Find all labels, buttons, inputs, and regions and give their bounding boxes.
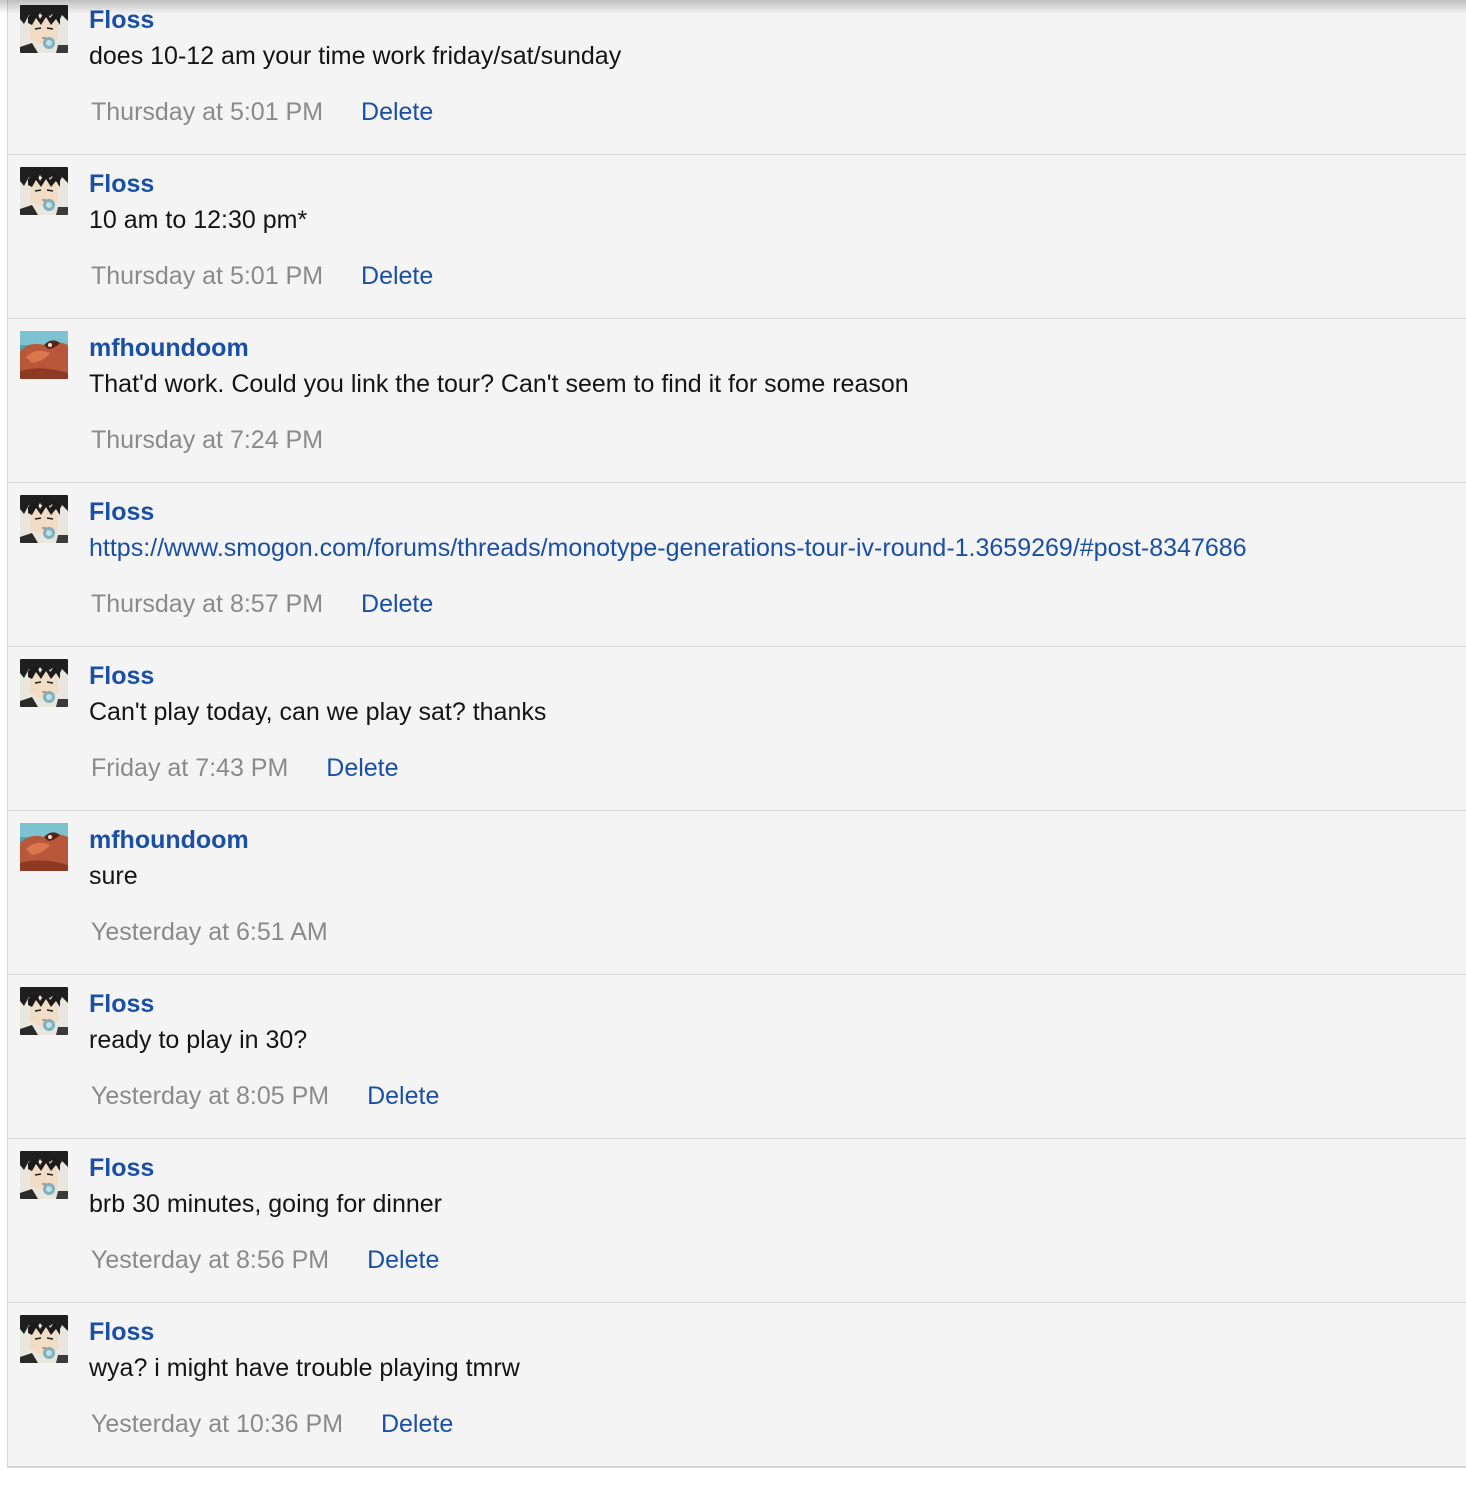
message-item: Floss wya? i might have trouble playing …: [8, 1303, 1466, 1467]
message-item: Floss https://www.smogon.com/forums/thre…: [8, 483, 1466, 647]
floss-avatar[interactable]: [20, 659, 68, 707]
floss-avatar[interactable]: [20, 987, 68, 1035]
message-timestamp[interactable]: Yesterday at 10:36 PM: [91, 1410, 343, 1438]
message-item: mfhoundoom sure Yesterday at 6:51 AM: [8, 811, 1466, 975]
author-link[interactable]: Floss: [89, 498, 154, 527]
delete-button[interactable]: Delete: [381, 1410, 453, 1438]
message-text: ready to play in 30?: [89, 1026, 308, 1054]
message-timestamp[interactable]: Yesterday at 8:05 PM: [91, 1082, 329, 1110]
message-timestamp[interactable]: Yesterday at 8:56 PM: [91, 1246, 329, 1274]
author-link[interactable]: Floss: [89, 990, 154, 1019]
author-link[interactable]: Floss: [89, 170, 154, 199]
floss-avatar[interactable]: [20, 1151, 68, 1199]
message-meta: Friday at 7:43 PM Delete: [91, 754, 399, 783]
floss-avatar[interactable]: [20, 1315, 68, 1363]
author-link[interactable]: mfhoundoom: [89, 826, 249, 855]
message-link[interactable]: https://www.smogon.com/forums/threads/mo…: [89, 534, 1247, 563]
message-text: wya? i might have trouble playing tmrw: [89, 1354, 520, 1382]
delete-button[interactable]: Delete: [367, 1246, 439, 1274]
message-meta: Yesterday at 6:51 AM: [91, 918, 328, 947]
delete-button[interactable]: Delete: [361, 262, 433, 290]
delete-button[interactable]: Delete: [367, 1082, 439, 1110]
author-link[interactable]: Floss: [89, 1318, 154, 1347]
message-meta: Thursday at 5:01 PM Delete: [91, 98, 433, 127]
message-timestamp[interactable]: Thursday at 8:57 PM: [91, 590, 323, 618]
message-text: does 10-12 am your time work friday/sat/…: [89, 42, 622, 70]
message-meta: Yesterday at 8:05 PM Delete: [91, 1082, 439, 1111]
message-timestamp[interactable]: Thursday at 5:01 PM: [91, 98, 323, 126]
message-item: Floss ready to play in 30? Yesterday at …: [8, 975, 1466, 1139]
message-meta: Thursday at 8:57 PM Delete: [91, 590, 433, 619]
message-text: That'd work. Could you link the tour? Ca…: [89, 370, 909, 398]
floss-avatar[interactable]: [20, 167, 68, 215]
delete-button[interactable]: Delete: [361, 98, 433, 126]
message-item: mfhoundoom That'd work. Could you link t…: [8, 319, 1466, 483]
message-text: 10 am to 12:30 pm*: [89, 206, 308, 234]
message-meta: Thursday at 7:24 PM: [91, 426, 323, 455]
floss-avatar[interactable]: [20, 495, 68, 543]
author-link[interactable]: Floss: [89, 662, 154, 691]
message-item: Floss does 10-12 am your time work frida…: [8, 0, 1466, 155]
mfhoundoom-avatar[interactable]: [20, 331, 68, 379]
message-text: brb 30 minutes, going for dinner: [89, 1190, 442, 1218]
delete-button[interactable]: Delete: [361, 590, 433, 618]
mfhoundoom-avatar[interactable]: [20, 823, 68, 871]
message-timestamp[interactable]: Thursday at 5:01 PM: [91, 262, 323, 290]
message-text: sure: [89, 862, 138, 890]
message-timestamp[interactable]: Friday at 7:43 PM: [91, 754, 288, 782]
message-timestamp[interactable]: Yesterday at 6:51 AM: [91, 918, 328, 946]
delete-button[interactable]: Delete: [326, 754, 398, 782]
message-text: Can't play today, can we play sat? thank…: [89, 698, 547, 726]
message-item: Floss brb 30 minutes, going for dinner Y…: [8, 1139, 1466, 1303]
message-item: Floss Can't play today, can we play sat?…: [8, 647, 1466, 811]
message-meta: Yesterday at 8:56 PM Delete: [91, 1246, 439, 1275]
message-thread: Floss does 10-12 am your time work frida…: [7, 0, 1466, 1468]
message-meta: Thursday at 5:01 PM Delete: [91, 262, 433, 291]
message-meta: Yesterday at 10:36 PM Delete: [91, 1410, 453, 1439]
message-timestamp[interactable]: Thursday at 7:24 PM: [91, 426, 323, 454]
author-link[interactable]: mfhoundoom: [89, 334, 249, 363]
author-link[interactable]: Floss: [89, 1154, 154, 1183]
message-item: Floss 10 am to 12:30 pm* Thursday at 5:0…: [8, 155, 1466, 319]
top-shadow: [0, 0, 1466, 14]
